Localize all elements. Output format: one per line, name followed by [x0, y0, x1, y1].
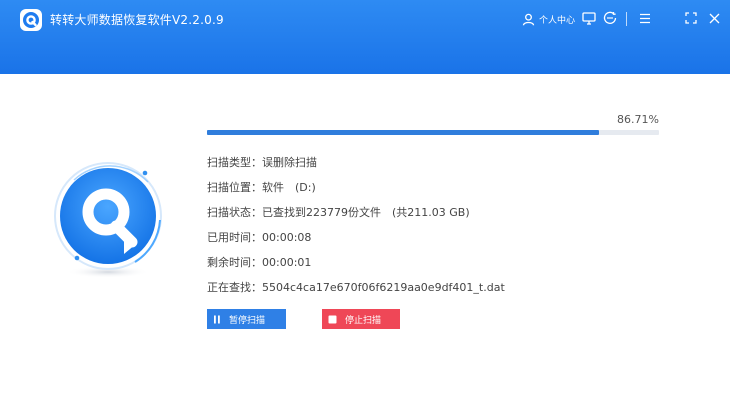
- scan-location-row: 扫描位置：软件 (D:): [207, 179, 316, 195]
- progress-bar-fill: [207, 130, 599, 135]
- pause-icon: [214, 315, 220, 323]
- elapsed-time-value: 00:00:08: [262, 231, 312, 244]
- stop-scan-label: 停止扫描: [345, 314, 382, 325]
- app-title: 转转大师数据恢复软件V2.2.0.9: [50, 13, 224, 27]
- elapsed-time-label: 已用时间：: [207, 231, 262, 244]
- scan-location-label: 扫描位置：: [207, 181, 262, 194]
- stop-icon: [328, 315, 337, 323]
- scan-illustration: [50, 160, 170, 285]
- progress-percent: 86.71%: [617, 113, 659, 126]
- scan-status-label: 扫描状态：: [207, 206, 262, 219]
- monitor-icon[interactable]: [581, 10, 597, 26]
- remaining-time-row: 剩余时间：00:00:01: [207, 254, 311, 270]
- scan-status-value: 已查找到223779份文件 (共211.03 GB): [262, 206, 470, 219]
- scan-type-row: 扫描类型：误删除扫描: [207, 154, 317, 170]
- scan-type-label: 扫描类型：: [207, 156, 262, 169]
- app-logo-icon: [20, 9, 42, 31]
- remaining-time-value: 00:00:01: [262, 256, 312, 269]
- title-bar-separator: [626, 12, 627, 26]
- pause-scan-button[interactable]: 暂停扫描: [207, 309, 286, 329]
- scan-status-row: 扫描状态：已查找到223779份文件 (共211.03 GB): [207, 204, 470, 220]
- current-file-value: 5504c4ca17e670f06f6219aa0e9df401_t.dat: [262, 281, 505, 294]
- progress-bar: [207, 130, 659, 135]
- pause-scan-label: 暂停扫描: [229, 314, 266, 325]
- menu-icon[interactable]: [637, 10, 653, 26]
- scan-type-value: 误删除扫描: [262, 156, 317, 169]
- maximize-icon[interactable]: [683, 10, 699, 26]
- title-bar: 转转大师数据恢复软件V2.2.0.9 个人中心: [0, 0, 730, 74]
- user-center-button[interactable]: 个人中心: [522, 10, 575, 28]
- remaining-time-label: 剩余时间：: [207, 256, 262, 269]
- feedback-icon[interactable]: [602, 10, 618, 26]
- current-file-label: 正在查找：: [207, 281, 262, 294]
- stop-scan-button[interactable]: 停止扫描: [322, 309, 400, 329]
- scan-location-value: 软件 (D:): [262, 181, 316, 194]
- close-icon[interactable]: [706, 10, 722, 26]
- elapsed-time-row: 已用时间：00:00:08: [207, 229, 311, 245]
- current-file-row: 正在查找：5504c4ca17e670f06f6219aa0e9df401_t.…: [207, 279, 505, 295]
- user-center-label: 个人中心: [539, 15, 576, 26]
- user-icon: [522, 13, 535, 25]
- app-window: 转转大师数据恢复软件V2.2.0.9 个人中心 86.71% 扫描类型：误删除扫…: [0, 0, 730, 400]
